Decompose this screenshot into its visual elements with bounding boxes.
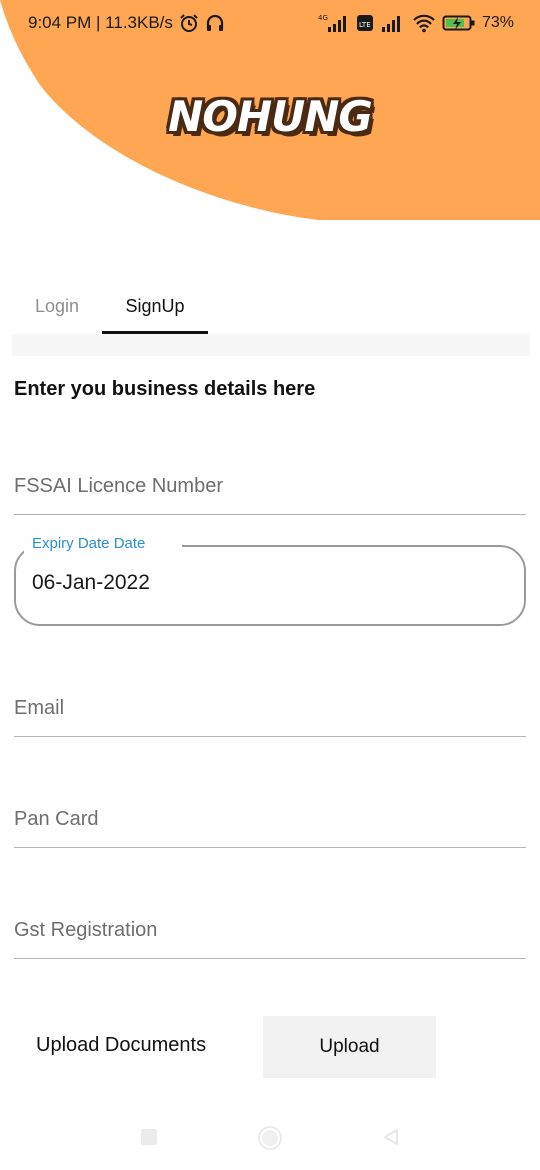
status-time: 9:04 PM | 11.3KB/s bbox=[28, 13, 173, 32]
gst-field bbox=[14, 899, 526, 959]
signal-4g-icon: 4G bbox=[316, 13, 350, 33]
signal-icon bbox=[380, 13, 406, 33]
svg-text:4G: 4G bbox=[318, 14, 328, 22]
fssai-field bbox=[14, 455, 526, 515]
system-nav-bar bbox=[0, 1115, 540, 1165]
headphones-icon bbox=[205, 13, 225, 33]
recent-apps-icon[interactable] bbox=[139, 1127, 159, 1152]
alarm-icon bbox=[179, 13, 199, 33]
expiry-date-value: 06-Jan-2022 bbox=[32, 571, 150, 594]
expiry-date-label: Expiry Date Date bbox=[24, 533, 182, 555]
wifi-icon bbox=[412, 13, 436, 33]
tab-signup[interactable]: SignUp bbox=[102, 278, 208, 334]
status-bar: 9:04 PM | 11.3KB/s 4G LTE 73% bbox=[0, 0, 540, 46]
back-icon[interactable] bbox=[381, 1127, 401, 1152]
volte-icon: LTE bbox=[356, 14, 374, 32]
email-field bbox=[14, 677, 526, 737]
expiry-date-field[interactable]: Expiry Date Date 06-Jan-2022 bbox=[14, 533, 526, 626]
pan-card-input[interactable] bbox=[14, 788, 526, 847]
logo-text: NOHUNG bbox=[168, 92, 373, 141]
brand-logo: NOHUNG bbox=[0, 92, 540, 141]
svg-text:LTE: LTE bbox=[359, 21, 371, 29]
gst-input[interactable] bbox=[14, 899, 526, 958]
auth-tabs: Login SignUp bbox=[12, 278, 208, 334]
home-icon[interactable] bbox=[257, 1125, 283, 1156]
pan-card-field bbox=[14, 788, 526, 848]
battery-charging-icon bbox=[442, 13, 476, 33]
email-input[interactable] bbox=[14, 677, 526, 736]
upload-documents-label: Upload Documents bbox=[36, 1034, 207, 1056]
section-title: Enter you business details here bbox=[14, 378, 316, 400]
tab-login[interactable]: Login bbox=[12, 278, 102, 334]
upload-button[interactable]: Upload bbox=[263, 1016, 436, 1078]
battery-percent: 73% bbox=[481, 14, 514, 31]
fssai-input[interactable] bbox=[14, 455, 526, 514]
tabs-divider bbox=[12, 334, 530, 356]
